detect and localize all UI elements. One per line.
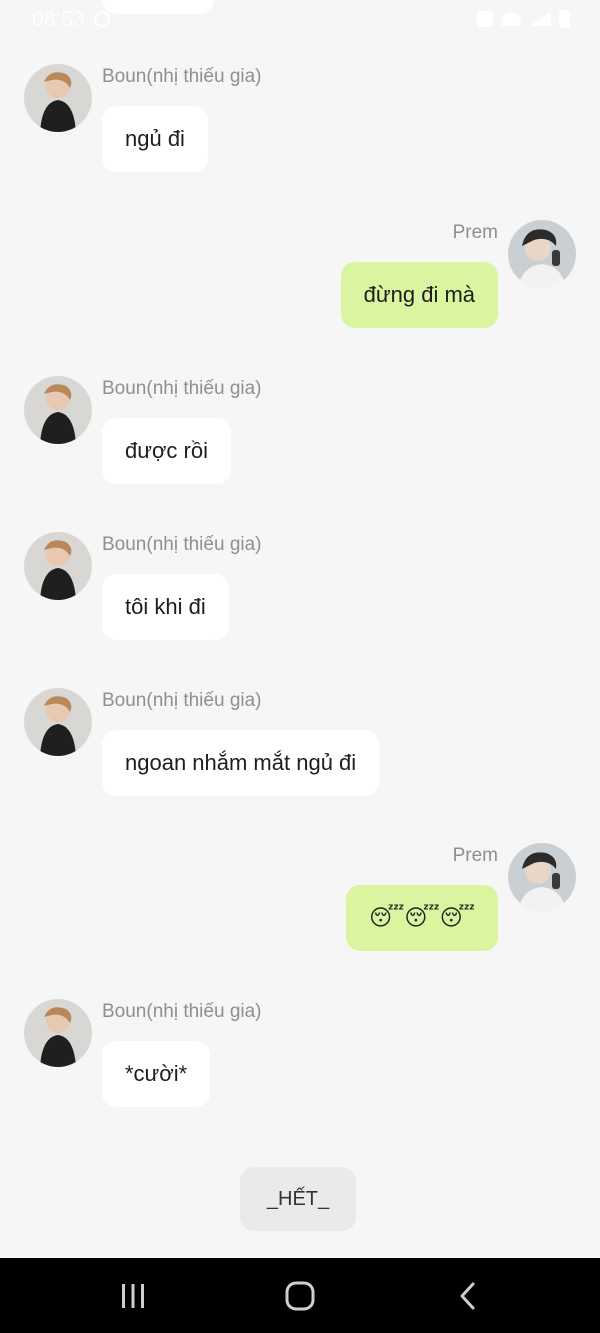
avatar-prem[interactable] [508, 220, 576, 288]
status-time: 08:53 [32, 8, 85, 31]
recent-apps-icon[interactable] [113, 1278, 153, 1314]
end-label[interactable]: _HẾT_ [240, 1167, 356, 1231]
status-bar: 08:53 [0, 0, 600, 38]
battery-icon [559, 10, 570, 28]
avatar-prem[interactable] [508, 843, 576, 911]
message-bubble[interactable]: ngủ đi [102, 106, 208, 172]
avatar-boun[interactable] [24, 999, 92, 1067]
message-bubble[interactable]: tôi khi đi [102, 574, 229, 640]
sender-name: Prem [452, 845, 498, 866]
notification-icon [94, 11, 110, 27]
status-icons [477, 9, 570, 29]
message-bubble[interactable]: đừng đi mà [340, 262, 498, 328]
avatar-boun[interactable] [24, 64, 92, 132]
avatar-boun[interactable] [24, 376, 92, 444]
signal-icon [529, 12, 551, 26]
avatar-boun[interactable] [24, 688, 92, 756]
message-bubble[interactable]: được rồi [102, 418, 231, 484]
sender-name: Boun(nhị thiếu gia) [102, 534, 262, 555]
message-bubble[interactable]: ngoan nhắm mắt ngủ đi [102, 730, 380, 796]
sender-name: Prem [452, 222, 498, 243]
sender-name: Boun(nhị thiếu gia) [102, 690, 262, 711]
sender-name: Boun(nhị thiếu gia) [102, 1001, 262, 1022]
message-bubble[interactable]: *cười* [102, 1041, 211, 1107]
previous-message-bubble [102, 0, 214, 14]
back-icon[interactable] [448, 1278, 488, 1314]
navigation-bar [0, 1258, 600, 1333]
sender-name: Boun(nhị thiếu gia) [102, 378, 262, 399]
avatar-boun[interactable] [24, 532, 92, 600]
home-icon[interactable] [280, 1278, 320, 1314]
message-bubble[interactable]: 😴😴😴 [346, 885, 498, 951]
mute-icon [477, 11, 493, 27]
sender-name: Boun(nhị thiếu gia) [102, 66, 262, 87]
wifi-icon [501, 12, 521, 26]
